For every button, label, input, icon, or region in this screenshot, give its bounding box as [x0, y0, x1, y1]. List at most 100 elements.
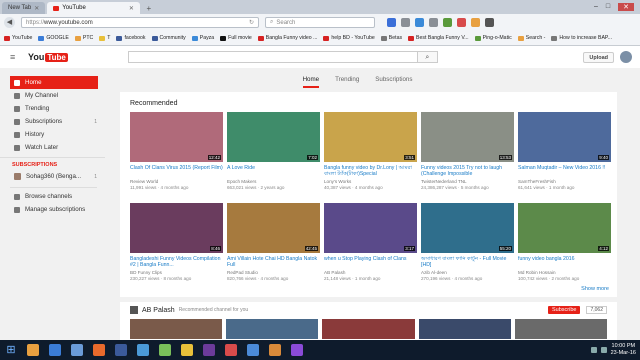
bookmark-item[interactable]: How to increase BAP... [551, 35, 612, 41]
video-channel[interactable]: BD Funny Clips [130, 270, 223, 275]
sidebar-item-manage-subscriptions[interactable]: Manage subscriptions [0, 203, 105, 216]
video-thumbnail[interactable]: 3:17 [324, 203, 417, 253]
taskbar-app-icon[interactable] [198, 340, 220, 360]
taskbar-app-icon[interactable] [220, 340, 242, 360]
bookmark-item[interactable]: Search - [517, 35, 545, 41]
taskbar-app-icon[interactable] [22, 340, 44, 360]
taskbar-app-icon[interactable] [110, 340, 132, 360]
bookmark-item[interactable]: Full movie [220, 35, 252, 41]
video-title[interactable]: funny video bangla 2016 [518, 256, 611, 269]
video-channel[interactable]: AB Palash [324, 270, 417, 275]
bookmark-item[interactable]: facebook [116, 35, 146, 41]
video-card[interactable]: 7:02 A Love Ride Epoch Makers 663,021 views… [227, 112, 320, 200]
avatar[interactable] [130, 306, 138, 314]
video-channel[interactable]: Azib Al-deen [421, 270, 514, 275]
taskbar-app-icon[interactable] [44, 340, 66, 360]
addon-icon[interactable] [471, 18, 480, 27]
video-title[interactable]: Funny videos 2015 Try not to laugh (Chal… [421, 165, 514, 178]
video-card[interactable]: 42:45 Ami Villain Hote Chai HD Bangla Nat… [227, 203, 320, 291]
star-icon[interactable] [387, 18, 396, 27]
close-icon[interactable]: ✕ [129, 5, 134, 12]
video-title[interactable]: A Love Ride [227, 165, 320, 178]
video-channel[interactable]: Lony's Works [324, 179, 417, 184]
video-thumbnail[interactable]: 12:42 [130, 112, 223, 162]
video-channel[interactable]: Review World [130, 179, 223, 184]
video-thumbnail[interactable]: 3:51 [324, 112, 417, 162]
bookmarks-icon[interactable] [401, 18, 410, 27]
browser-search-input[interactable]: ⌕ Search [265, 17, 375, 28]
video-thumbnail[interactable] [418, 319, 511, 339]
video-channel[interactable]: Epoch Makers [227, 179, 320, 184]
reload-icon[interactable]: ↻ [249, 19, 254, 26]
back-icon[interactable]: ◀ [4, 17, 15, 28]
video-title[interactable]: Ami Villain Hote Chai HD Bangla Natok Fu… [227, 256, 320, 269]
subscribe-button[interactable]: Subscribe [548, 306, 581, 314]
video-card[interactable]: 13:53 Funny videos 2015 Try not to laugh … [421, 112, 514, 200]
bookmark-item[interactable]: Ping-o-Matic [474, 35, 512, 41]
video-thumbnail[interactable]: 8:46 [130, 203, 223, 253]
sidebar-item-subscriptions[interactable]: Subscriptions 1 [0, 115, 105, 128]
upload-button[interactable]: Upload [583, 51, 614, 63]
new-tab-icon[interactable]: + [142, 4, 156, 14]
video-channel[interactable]: RedPad Studio [227, 270, 320, 275]
network-icon[interactable] [590, 347, 597, 353]
video-title[interactable]: Clash Of Clans Virus 2015 (Report Film) [130, 165, 223, 178]
download-icon[interactable] [415, 18, 424, 27]
bookmark-item[interactable]: Payza [191, 35, 214, 41]
bookmark-item[interactable]: T [99, 35, 110, 41]
video-title[interactable]: Bangladeshi Funny Videos Compilation #2 … [130, 256, 223, 269]
video-channel[interactable]: TwisterNederland TNL [421, 179, 514, 184]
video-thumbnail[interactable] [130, 319, 223, 339]
bookmark-item[interactable]: PTC [74, 35, 93, 41]
bookmark-item[interactable]: GOOGLE [38, 35, 69, 41]
video-thumbnail[interactable]: 7:02 [227, 112, 320, 162]
url-bar[interactable]: https:// www.youtube.com ↻ [21, 17, 259, 28]
bookmark-item[interactable]: Best Bangla Funny V... [408, 35, 469, 41]
menu-icon[interactable] [485, 18, 494, 27]
home-browser-icon[interactable] [429, 18, 438, 27]
video-thumbnail[interactable]: 9:40 [518, 112, 611, 162]
close-window-icon[interactable]: ✕ [618, 3, 634, 11]
addon-icon[interactable] [443, 18, 452, 27]
video-thumbnail[interactable]: 42:45 [227, 203, 320, 253]
tab-subscriptions[interactable]: Subscriptions [375, 76, 412, 83]
tab-new-tab[interactable]: New Tab ✕ [2, 2, 46, 14]
clock[interactable]: 10:00 PM 23-Mar-16 [611, 343, 636, 357]
sidebar-item-subscription[interactable]: Sohag360 (Benga... 1 [0, 170, 105, 183]
addon-icon[interactable] [457, 18, 466, 27]
taskbar-app-icon[interactable] [264, 340, 286, 360]
video-title[interactable]: when u Stop Playing Clash of Clans [324, 256, 417, 269]
video-card[interactable]: 3:51 Bangla funny video by Dr.Lony | আমরা… [324, 112, 417, 200]
sidebar-item-trending[interactable]: Trending [0, 102, 105, 115]
channel-name[interactable]: AB Palash [142, 307, 175, 314]
video-card[interactable]: 55:20 অসাধারণ বাংলা ফানি কার্টুন - Full M… [421, 203, 514, 291]
close-icon[interactable]: ✕ [34, 5, 39, 12]
taskbar-app-icon[interactable] [132, 340, 154, 360]
taskbar-app-icon[interactable] [88, 340, 110, 360]
taskbar-app-icon[interactable] [286, 340, 308, 360]
bookmark-item[interactable]: Community [151, 35, 186, 41]
video-thumbnail[interactable] [514, 319, 608, 339]
taskbar-app-icon[interactable] [66, 340, 88, 360]
sidebar-item-history[interactable]: History [0, 128, 105, 141]
search-icon[interactable]: ⌕ [417, 51, 438, 63]
bookmark-item[interactable]: Bangla Funny video ... [257, 35, 317, 41]
youtube-search-input[interactable] [127, 51, 418, 63]
video-thumbnail[interactable]: 13:53 [421, 112, 514, 162]
video-channel[interactable]: Md Robin Hossain [518, 270, 611, 275]
tab-youtube[interactable]: YouTube ✕ [47, 2, 140, 14]
youtube-logo[interactable]: You Tube [28, 52, 68, 62]
video-card[interactable]: 12:42 Clash Of Clans Virus 2015 (Report F… [130, 112, 223, 200]
video-title[interactable]: Salman Muqtadir – New Video 2016 !! [518, 165, 611, 178]
video-title[interactable]: Bangla funny video by Dr.Lony | আমরা বাং… [324, 165, 417, 178]
video-card[interactable]: 9:40 Salman Muqtadir – New Video 2016 !! S… [518, 112, 611, 200]
tab-trending[interactable]: Trending [335, 76, 359, 83]
taskbar-app-icon[interactable] [154, 340, 176, 360]
start-icon[interactable]: ⊞ [0, 340, 22, 360]
sidebar-item-watch-later[interactable]: Watch Later [0, 141, 105, 154]
bookmark-item[interactable]: help BD - YouTube [323, 35, 375, 41]
video-thumbnail[interactable]: 55:20 [421, 203, 514, 253]
sidebar-item-home[interactable]: Home [10, 76, 98, 89]
taskbar-app-icon[interactable] [242, 340, 264, 360]
minimize-icon[interactable]: – [594, 3, 598, 11]
